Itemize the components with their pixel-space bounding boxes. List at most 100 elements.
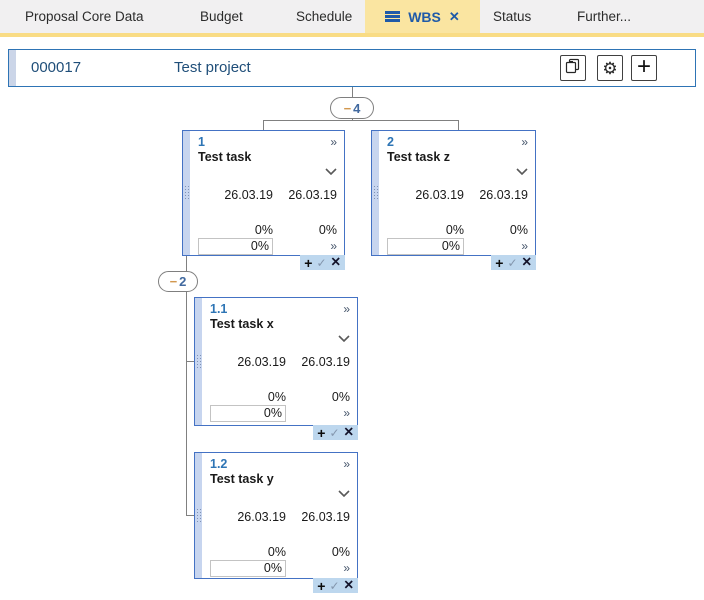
- card-content: 2 » Test task z 26.03.19 26.03.19 0% 0% …: [379, 131, 535, 255]
- tab-underline: [0, 33, 704, 37]
- collapse-count: 2: [179, 275, 186, 288]
- card-toolbar: + ✓ ✕: [313, 578, 358, 593]
- card-end-date: 26.03.19: [273, 188, 337, 203]
- card-percent-right: 0%: [286, 545, 350, 560]
- card-id: 2: [387, 135, 394, 149]
- expand-icon[interactable]: »: [286, 405, 350, 422]
- project-header-strip: [9, 50, 16, 86]
- settings-button[interactable]: ⚙: [597, 55, 623, 81]
- tab-status[interactable]: Status: [493, 0, 531, 33]
- check-icon[interactable]: ✓: [316, 257, 326, 269]
- card-toolbar: + ✓ ✕: [491, 255, 536, 270]
- chevron-down-icon[interactable]: [210, 333, 350, 345]
- tab-bar: Proposal Core Data Budget Schedule WBS ✕…: [0, 0, 704, 37]
- add-child-icon[interactable]: +: [495, 256, 503, 270]
- card-drag-handle[interactable]: [183, 131, 190, 255]
- card-progress-bar: 0%: [210, 560, 286, 577]
- card-start-date: 26.03.19: [387, 188, 464, 203]
- card-percent-left: 0%: [210, 545, 286, 560]
- expand-icon[interactable]: »: [286, 560, 350, 577]
- connector-line: [263, 120, 459, 121]
- check-icon[interactable]: ✓: [329, 580, 339, 592]
- project-title: Test project: [174, 50, 251, 86]
- card-end-date: 26.03.19: [286, 510, 350, 525]
- chevron-down-icon[interactable]: [387, 166, 528, 178]
- wbs-card-1[interactable]: 1 » Test task 26.03.19 26.03.19 0% 0% 0%…: [182, 130, 345, 256]
- card-id: 1.2: [210, 457, 227, 471]
- card-id: 1.1: [210, 302, 227, 316]
- card-percent-left: 0%: [387, 223, 464, 238]
- card-drag-handle[interactable]: [195, 453, 202, 578]
- collapse-minus-icon: −: [170, 275, 178, 288]
- connector-line: [458, 120, 459, 130]
- drag-dots-icon: [184, 185, 189, 201]
- drag-dots-icon: [373, 185, 378, 201]
- card-title: Test task x: [210, 317, 350, 333]
- chevron-down-icon[interactable]: [198, 166, 337, 178]
- connector-line: [263, 120, 264, 130]
- tab-budget[interactable]: Budget: [200, 0, 243, 33]
- card-percent-right: 0%: [286, 390, 350, 405]
- copy-button[interactable]: [560, 55, 586, 81]
- add-child-icon[interactable]: +: [317, 579, 325, 593]
- wbs-card-2[interactable]: 2 » Test task z 26.03.19 26.03.19 0% 0% …: [371, 130, 536, 256]
- card-title: Test task y: [210, 472, 350, 488]
- wbs-card-1-1[interactable]: 1.1 » Test task x 26.03.19 26.03.19 0% 0…: [194, 297, 358, 426]
- delete-icon[interactable]: ✕: [331, 256, 341, 269]
- tab-wbs[interactable]: WBS ✕: [365, 0, 480, 33]
- delete-icon[interactable]: ✕: [344, 579, 354, 592]
- card-title: Test task: [198, 150, 337, 166]
- card-percent-left: 0%: [210, 390, 286, 405]
- drag-dots-icon: [196, 354, 201, 370]
- card-end-date: 26.03.19: [464, 188, 528, 203]
- chevron-down-icon[interactable]: [210, 488, 350, 500]
- collapse-group-toggle[interactable]: −2: [158, 271, 198, 292]
- add-child-icon[interactable]: +: [304, 256, 312, 270]
- card-drag-handle[interactable]: [372, 131, 379, 255]
- card-drag-handle[interactable]: [195, 298, 202, 425]
- delete-icon[interactable]: ✕: [344, 426, 354, 439]
- add-child-icon[interactable]: +: [317, 426, 325, 440]
- card-toolbar: + ✓ ✕: [313, 425, 358, 440]
- check-icon[interactable]: ✓: [329, 427, 339, 439]
- card-end-date: 26.03.19: [286, 355, 350, 370]
- drag-dots-icon: [196, 508, 201, 524]
- card-content: 1.2 » Test task y 26.03.19 26.03.19 0% 0…: [202, 453, 357, 578]
- expand-icon[interactable]: »: [464, 238, 528, 255]
- card-progress-bar: 0%: [387, 238, 464, 255]
- delete-icon[interactable]: ✕: [522, 256, 532, 269]
- wbs-page: Proposal Core Data Budget Schedule WBS ✕…: [0, 0, 704, 600]
- card-percent-right: 0%: [273, 223, 337, 238]
- card-percent-right: 0%: [464, 223, 528, 238]
- project-header: 000017 Test project ⚙ +: [8, 49, 696, 87]
- card-progress-bar: 0%: [210, 405, 286, 422]
- plus-icon: +: [637, 55, 651, 79]
- collapse-minus-icon: −: [344, 102, 352, 115]
- card-id: 1: [198, 135, 205, 149]
- gear-icon: ⚙: [602, 60, 617, 77]
- project-number: 000017: [31, 50, 81, 86]
- card-content: 1 » Test task 26.03.19 26.03.19 0% 0% 0%…: [190, 131, 344, 255]
- close-tab-icon[interactable]: ✕: [449, 9, 460, 25]
- expand-icon[interactable]: »: [343, 303, 350, 315]
- wbs-card-1-2[interactable]: 1.2 » Test task y 26.03.19 26.03.19 0% 0…: [194, 452, 358, 579]
- add-task-button[interactable]: +: [631, 55, 657, 81]
- collapse-count: 4: [353, 102, 360, 115]
- collapse-root-toggle[interactable]: −4: [330, 97, 374, 119]
- card-progress-bar: 0%: [198, 238, 273, 255]
- tab-proposal-core-data[interactable]: Proposal Core Data: [25, 0, 144, 33]
- tab-further[interactable]: Further...: [577, 0, 631, 33]
- connector-line: [186, 256, 187, 516]
- expand-icon[interactable]: »: [273, 238, 337, 255]
- tab-schedule[interactable]: Schedule: [296, 0, 352, 33]
- expand-icon[interactable]: »: [343, 458, 350, 470]
- expand-icon[interactable]: »: [330, 136, 337, 148]
- card-content: 1.1 » Test task x 26.03.19 26.03.19 0% 0…: [202, 298, 357, 425]
- card-start-date: 26.03.19: [210, 510, 286, 525]
- menu-icon[interactable]: [385, 11, 400, 22]
- check-icon[interactable]: ✓: [507, 257, 517, 269]
- card-title: Test task z: [387, 150, 528, 166]
- card-start-date: 26.03.19: [198, 188, 273, 203]
- expand-icon[interactable]: »: [521, 136, 528, 148]
- card-percent-left: 0%: [198, 223, 273, 238]
